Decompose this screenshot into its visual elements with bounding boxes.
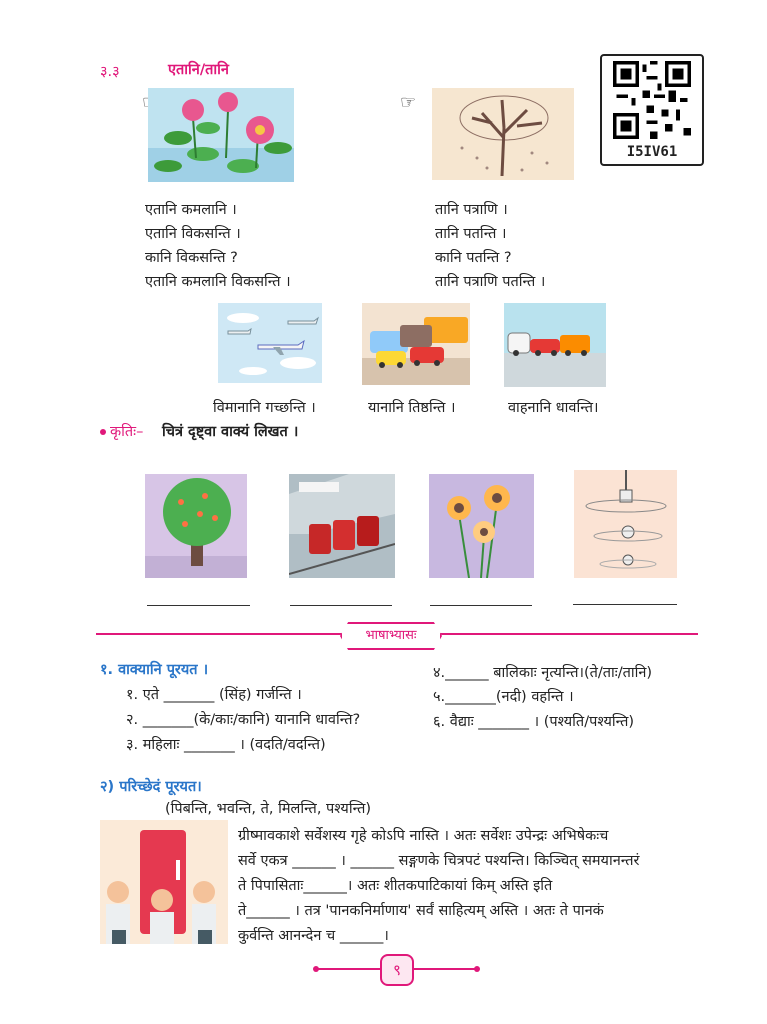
left-sentence: एतानि विकसन्ति । <box>145 226 241 242</box>
right-sentence: तानि पतन्ति । <box>435 226 507 242</box>
page-number: ९ <box>380 954 414 986</box>
activity-label: कृतिः– <box>110 424 144 440</box>
practice-banner-label: भाषाभ्यासः <box>365 628 417 643</box>
ceiling-fan-image <box>574 470 677 578</box>
footer-dot-icon <box>474 966 480 972</box>
question-1-item: ३. महिलाः _______ । (वदति/वदन्ति) <box>126 737 326 753</box>
question-1-item: १. एते _______ (सिंह) गर्जन्ति । <box>126 687 302 703</box>
section-title: एतानि/तानि <box>168 62 229 78</box>
qr-code-label: I5IV61 <box>626 144 678 160</box>
vehicle-caption: वाहनानि धावन्ति। <box>508 400 599 416</box>
right-sentence: तानि पत्राणि । <box>435 202 508 218</box>
paragraph-line: ग्रीष्मावकाशे सर्वेशस्य गृहे कोऽपि नास्त… <box>238 828 609 844</box>
left-sentence: एतानि कमलानि । <box>145 202 237 218</box>
vehicle-caption: यानानि तिष्ठन्ति । <box>368 400 456 416</box>
paragraph-line: ते______ । तत्र 'पानकनिर्माणाय' सर्वं सा… <box>238 903 604 919</box>
fruit-tree-image <box>145 474 247 578</box>
aeroplanes-image <box>218 303 322 383</box>
bullet-icon <box>100 429 106 435</box>
practice-banner: भाषाभ्यासः <box>340 622 442 650</box>
question-2-title: २) परिच्छेदं पूरयत। <box>100 779 202 795</box>
vehicle-caption: विमानानि गच्छन्ति । <box>213 400 316 416</box>
paragraph-line: कुर्वन्ति आनन्देन च ______। <box>238 928 389 944</box>
answer-blank[interactable] <box>147 605 250 606</box>
lotus-image <box>148 88 294 182</box>
left-sentence: एतानि कमलानि विकसन्ति । <box>145 274 291 290</box>
paragraph-line: सर्वे एकत्र ______ । ______ सङ्गणके चित्… <box>238 853 640 869</box>
section-divider <box>96 633 342 635</box>
moving-vehicles-image <box>504 303 606 387</box>
section-number: ३.३ <box>100 64 120 80</box>
question-1-title: १. वाक्यानि पूरयत । <box>100 662 209 678</box>
flowers-image <box>429 474 534 578</box>
falling-leaves-tree-image <box>432 88 574 180</box>
question-1-item: ४.______ बालिकाः नृत्यन्ति।(ते/ताः/तानि) <box>433 665 653 681</box>
activity-instruction: चित्रं दृष्ट्वा वाक्यं लिखत । <box>162 424 299 440</box>
paragraph-line: ते पिपासिताः______। अतः शीतकपाटिकायां कि… <box>238 878 553 894</box>
answer-blank[interactable] <box>430 605 532 606</box>
question-1-item: ५._______(नदी) वहन्ति । <box>433 689 574 705</box>
qr-code[interactable]: I5IV61 <box>600 54 704 166</box>
children-drinking-image <box>100 820 228 944</box>
section-divider <box>438 633 698 635</box>
footer-line <box>318 968 380 970</box>
answer-blank[interactable] <box>290 605 392 606</box>
question-1-item: २. _______(के/काः/कानि) यानानि धावन्ति? <box>126 712 361 728</box>
footer-line <box>414 968 476 970</box>
pointing-hand-icon: ☞ <box>400 92 417 113</box>
qr-code-icon <box>613 61 691 139</box>
question-1-item: ६. वैद्याः _______ । (पश्यति/पश्यन्ति) <box>433 714 635 730</box>
trains-image <box>289 474 395 578</box>
right-sentence: तानि पत्राणि पतन्ति । <box>435 274 546 290</box>
parked-vehicles-image <box>362 303 470 385</box>
footer-dot-icon <box>313 966 319 972</box>
left-sentence: कानि विकसन्ति ? <box>145 250 238 266</box>
right-sentence: कानि पतन्ति ? <box>435 250 512 266</box>
question-2-options: (पिबन्ति, भवन्ति, ते, मिलन्ति, पश्यन्ति) <box>165 801 371 817</box>
answer-blank[interactable] <box>573 604 677 605</box>
